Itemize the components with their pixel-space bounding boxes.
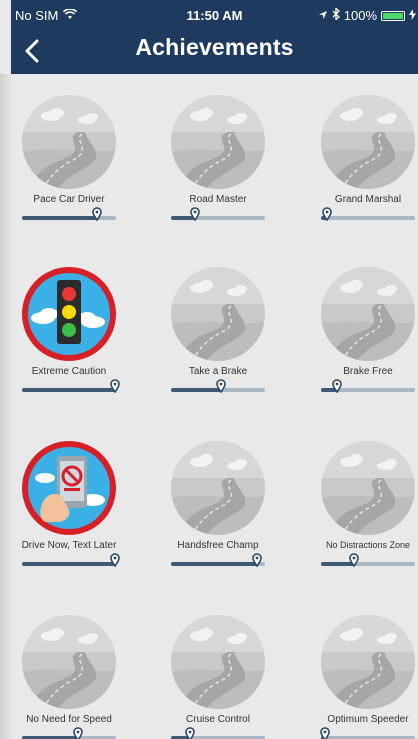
- bluetooth-icon: [332, 7, 340, 23]
- achievement-item[interactable]: No Distractions Zone: [313, 440, 418, 600]
- progress-marker-icon: [110, 553, 120, 567]
- achievement-item[interactable]: Cruise Control: [163, 614, 273, 739]
- achievement-progress: [22, 388, 116, 392]
- achievement-item[interactable]: Grand Marshal: [313, 94, 418, 254]
- status-bar: No SIM 11:50 AM 100%: [11, 0, 418, 30]
- achievement-progress: [321, 562, 415, 566]
- road-badge-icon: [320, 440, 416, 536]
- progress-marker-icon: [322, 207, 332, 221]
- achievement-label: Road Master: [189, 194, 247, 205]
- achievement-label: Drive Now, Text Later: [21, 540, 117, 551]
- road-badge-icon: [170, 266, 266, 362]
- achievement-item[interactable]: Take a Brake: [163, 266, 273, 426]
- achievement-progress: [22, 562, 116, 566]
- achievement-label: Brake Free: [343, 366, 393, 377]
- battery-percent: 100%: [343, 8, 377, 23]
- achievement-progress: [171, 388, 265, 392]
- achievement-label: No Distractions Zone: [325, 540, 411, 550]
- achievement-item[interactable]: No Need for Speed: [14, 614, 124, 739]
- progress-marker-icon: [190, 207, 200, 221]
- edge-shadow: [0, 74, 11, 739]
- progress-marker-icon: [110, 379, 120, 393]
- achievement-item[interactable]: Road Master: [163, 94, 273, 254]
- achievement-label: Handsfree Champ: [177, 540, 259, 551]
- progress-fill: [171, 388, 221, 392]
- road-badge-icon: [21, 94, 117, 190]
- achievement-label: Take a Brake: [188, 366, 248, 377]
- achievement-label: Pace Car Driver: [33, 194, 105, 205]
- achievements-grid: Pace Car Driver Road Master Grand Marsha…: [11, 74, 418, 739]
- traffic-light-badge-icon: [21, 266, 117, 362]
- progress-marker-icon: [92, 207, 102, 221]
- achievement-item[interactable]: Optimum Speeder: [313, 614, 418, 739]
- road-badge-icon: [320, 94, 416, 190]
- achievement-progress: [321, 388, 415, 392]
- progress-fill: [22, 562, 116, 566]
- progress-marker-icon: [252, 553, 262, 567]
- road-badge-icon: [170, 94, 266, 190]
- page-title: Achievements: [135, 34, 294, 60]
- progress-fill: [171, 562, 257, 566]
- achievement-label: No Need for Speed: [26, 714, 112, 725]
- road-badge-icon: [170, 440, 266, 536]
- progress-marker-icon: [216, 379, 226, 393]
- location-icon: [318, 8, 328, 23]
- achievement-progress: [171, 216, 265, 220]
- header: No SIM 11:50 AM 100% Achievements: [11, 0, 418, 74]
- achievement-progress: [171, 562, 265, 566]
- achievement-item[interactable]: Pace Car Driver: [14, 94, 124, 254]
- achievement-item[interactable]: Drive Now, Text Later: [14, 440, 124, 600]
- progress-marker-icon: [73, 727, 83, 739]
- battery-icon: [381, 10, 405, 21]
- nav-bar: Achievements: [11, 30, 418, 74]
- charging-icon: [409, 8, 416, 23]
- achievement-progress: [321, 216, 415, 220]
- road-badge-icon: [170, 614, 266, 710]
- achievement-item[interactable]: Handsfree Champ: [163, 440, 273, 600]
- achievement-label: Cruise Control: [186, 714, 250, 725]
- progress-fill: [22, 216, 98, 220]
- road-badge-icon: [21, 614, 117, 710]
- status-right: 100%: [318, 7, 416, 23]
- achievement-item[interactable]: Brake Free: [313, 266, 418, 426]
- progress-marker-icon: [185, 727, 195, 739]
- achievement-item[interactable]: Extreme Caution: [14, 266, 124, 426]
- progress-marker-icon: [320, 727, 330, 739]
- progress-fill: [22, 388, 116, 392]
- no-texting-phone-badge-icon: [21, 440, 117, 536]
- road-badge-icon: [320, 266, 416, 362]
- achievement-label: Extreme Caution: [31, 366, 107, 377]
- progress-marker-icon: [349, 553, 359, 567]
- achievement-label: Grand Marshal: [334, 194, 402, 205]
- road-badge-icon: [320, 614, 416, 710]
- achievement-label: Optimum Speeder: [327, 714, 409, 725]
- progress-marker-icon: [332, 379, 342, 393]
- achievement-progress: [22, 216, 116, 220]
